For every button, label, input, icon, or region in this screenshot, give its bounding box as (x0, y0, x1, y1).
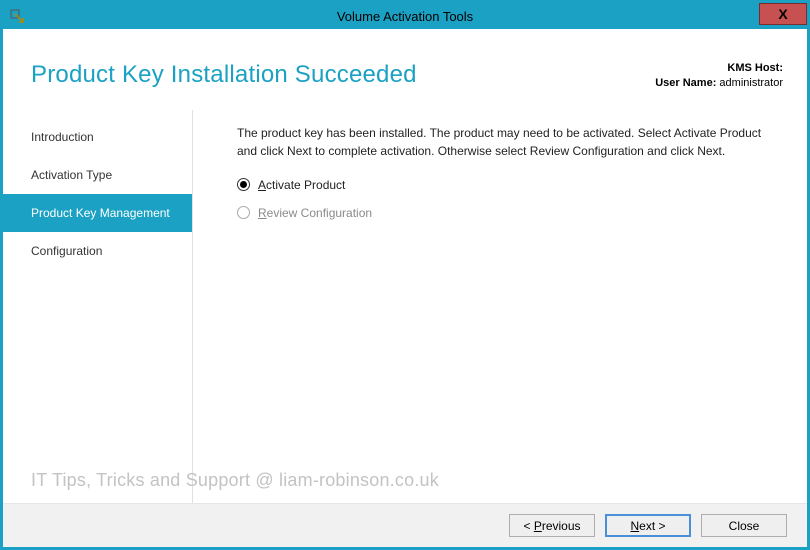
previous-button[interactable]: < Previous (509, 514, 595, 537)
radio-activate-product[interactable]: Activate Product (237, 178, 783, 192)
radio-icon (237, 206, 250, 219)
page-title: Product Key Installation Succeeded (31, 61, 417, 89)
footer: < Previous Next > Close (3, 503, 807, 547)
radio-icon (237, 178, 250, 191)
close-button[interactable]: X (759, 3, 807, 25)
header-row: Product Key Installation Succeeded KMS H… (3, 29, 807, 110)
sidebar-item-product-key-management[interactable]: Product Key Management (3, 194, 192, 232)
user-name-label: User Name: (655, 77, 716, 89)
titlebar[interactable]: Volume Activation Tools X (3, 3, 807, 29)
close-button-footer[interactable]: Close (701, 514, 787, 537)
window-frame: Volume Activation Tools X Product Key In… (0, 0, 810, 550)
sidebar-item-introduction[interactable]: Introduction (3, 118, 192, 156)
kms-host-label: KMS Host: (727, 62, 783, 74)
content-area: Product Key Installation Succeeded KMS H… (3, 29, 807, 547)
radio-review-configuration[interactable]: Review Configuration (237, 206, 783, 220)
close-icon: X (778, 6, 787, 22)
user-name-value: administrator (719, 77, 783, 89)
app-icon (9, 8, 25, 24)
body-row: Introduction Activation Type Product Key… (3, 110, 807, 503)
sidebar-item-configuration[interactable]: Configuration (3, 232, 192, 270)
sidebar: Introduction Activation Type Product Key… (3, 110, 193, 503)
window-title: Volume Activation Tools (3, 9, 807, 24)
sidebar-item-activation-type[interactable]: Activation Type (3, 156, 192, 194)
host-info: KMS Host: User Name: administrator (655, 61, 783, 92)
next-button[interactable]: Next > (605, 514, 691, 537)
main-panel: The product key has been installed. The … (193, 110, 807, 503)
instruction-text: The product key has been installed. The … (237, 124, 783, 160)
radio-label: Activate Product (258, 178, 345, 192)
radio-label: Review Configuration (258, 206, 372, 220)
watermark-text: IT Tips, Tricks and Support @ liam-robin… (31, 470, 439, 491)
